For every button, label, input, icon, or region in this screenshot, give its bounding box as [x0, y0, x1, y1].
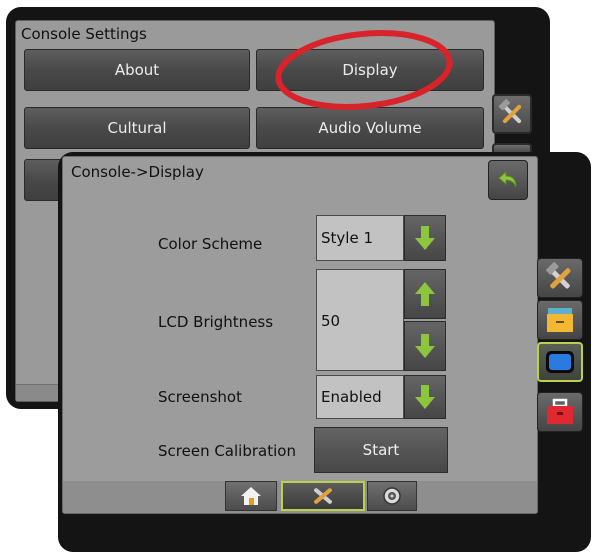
- lcd-brightness-down-button[interactable]: [404, 321, 446, 371]
- about-button[interactable]: About: [24, 49, 250, 91]
- gps-receiver-icon: [383, 487, 401, 505]
- home-tab[interactable]: [225, 481, 277, 511]
- tools-icon: [546, 262, 571, 289]
- color-scheme-down-button[interactable]: [404, 215, 446, 261]
- color-scheme-label: Color Scheme: [158, 235, 263, 253]
- lcd-brightness-up-button[interactable]: [404, 269, 446, 319]
- tools-side-button[interactable]: [537, 258, 583, 298]
- console-side-button[interactable]: [537, 342, 583, 382]
- screen-calibration-start-button[interactable]: Start: [314, 427, 448, 473]
- tools-icon: [498, 99, 522, 124]
- screenshot-value[interactable]: Enabled: [316, 375, 404, 419]
- system-drawer-icon: [547, 308, 573, 332]
- toolbox-icon: [547, 398, 573, 424]
- display-highlight-ellipse: [275, 30, 453, 110]
- screenshot-label: Screenshot: [158, 388, 242, 406]
- down-arrow-icon: [415, 226, 435, 250]
- tools-icon: [314, 488, 332, 504]
- color-scheme-value[interactable]: Style 1: [316, 215, 404, 261]
- lcd-brightness-value[interactable]: 50: [316, 269, 404, 371]
- page-title: Console->Display: [71, 163, 204, 181]
- up-arrow-icon: [415, 282, 435, 306]
- cultural-button[interactable]: Cultural: [24, 107, 250, 149]
- down-arrow-icon: [415, 385, 435, 409]
- screen-calibration-label: Screen Calibration: [158, 442, 296, 460]
- page-title: Console Settings: [21, 25, 147, 43]
- toolbox-side-button[interactable]: [537, 392, 583, 432]
- tools-button[interactable]: [492, 94, 532, 134]
- display-panel: Console->Display Color Scheme Style 1 LC…: [62, 156, 538, 514]
- lcd-brightness-label: LCD Brightness: [158, 313, 274, 331]
- gps-tab[interactable]: [367, 481, 417, 511]
- console-display-icon: [546, 351, 574, 373]
- down-arrow-icon: [415, 334, 435, 358]
- return-arrow-icon: [498, 170, 517, 188]
- bottom-tab-bar: [63, 481, 537, 513]
- tools-tab[interactable]: [281, 481, 365, 511]
- screenshot-down-button[interactable]: [404, 375, 446, 419]
- return-button[interactable]: [488, 160, 528, 200]
- home-icon: [241, 487, 261, 505]
- system-side-button[interactable]: [537, 300, 583, 340]
